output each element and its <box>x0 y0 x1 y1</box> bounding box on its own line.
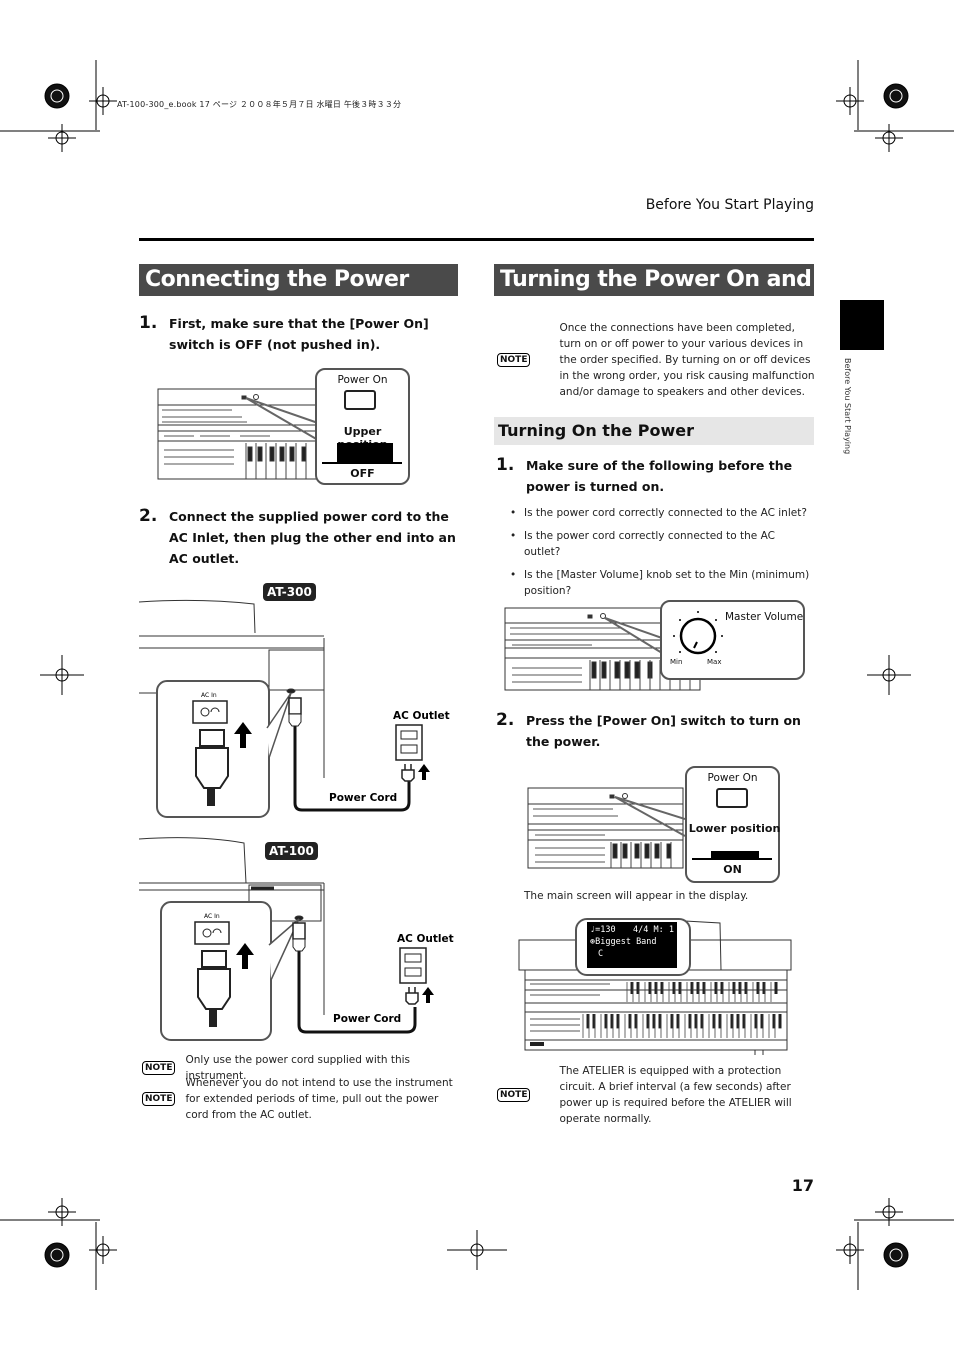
note-badge: NOTE <box>142 1061 176 1075</box>
volume-max-label: Max <box>707 658 722 666</box>
power-on-callout: Power On Lower position ON <box>685 766 780 883</box>
section-title-connecting: Connecting the Power Cord <box>139 264 458 324</box>
step-number: 1. <box>139 313 158 333</box>
note-text: Whenever you do not intend to use the in… <box>185 1077 453 1121</box>
power-on-callout: Power On Upper position OFF <box>315 368 410 485</box>
checklist-item: Is the power cord correctly connected to… <box>510 528 810 560</box>
checklist-item: Is the [Master Volume] knob set to the M… <box>510 567 810 599</box>
power-cord-label: Power Cord <box>329 792 397 804</box>
black-key <box>778 1014 782 1029</box>
figure-main-screen: ♩=130 4/4 M: 1 ⊛Biggest Band C <box>515 915 795 1055</box>
lcd-chord: C <box>598 949 604 959</box>
side-tab-marker <box>840 300 884 350</box>
figure-at300-connection: AC In Power Cord AC Outlet <box>139 599 450 818</box>
step-text: Connect the supplied power cord to the A… <box>169 509 456 566</box>
checklist: Is the power cord correctly connected to… <box>510 505 810 606</box>
ac-outlet-label: AC Outlet <box>397 933 454 945</box>
callout-title: Power On <box>707 772 758 784</box>
figure-at100-connection: AC In Power Cord AC Outlet <box>139 837 454 1041</box>
note-badge: NOTE <box>497 353 531 367</box>
note-badge: NOTE <box>142 1092 176 1106</box>
figure-power-switch-off: Power On Upper position OFF <box>150 365 450 490</box>
power-cord-label: Power Cord <box>333 1013 401 1025</box>
running-head: Before You Start Playing <box>645 197 814 213</box>
subsection-title-turning-on: Turning On the Power <box>494 417 814 445</box>
plug-icon <box>201 950 227 968</box>
ac-in-label: AC In <box>201 692 217 699</box>
master-volume-callout: Min Max Master Volume <box>660 600 805 680</box>
print-info: AT-100-300_e.book 17 ページ ２００８年５月７日 水曜日 午… <box>117 100 402 109</box>
plug-icon <box>199 729 225 747</box>
state-label: OFF <box>350 467 375 480</box>
step-text: Make sure of the following before the po… <box>526 458 793 494</box>
ac-in-label: AC In <box>204 913 220 920</box>
note-text: Once the connections have been completed… <box>559 322 815 398</box>
figure-master-volume: Min Max Master Volume <box>500 598 810 693</box>
step-text: First, make sure that the [Power On] swi… <box>169 316 429 352</box>
step-number: 2. <box>496 710 515 730</box>
state-label: ON <box>723 863 742 876</box>
note-protection-circuit: NOTE The ATELIER is equipped with a prot… <box>497 1063 815 1127</box>
lcd-display: ♩=130 4/4 M: 1 ⊛Biggest Band C <box>587 922 677 968</box>
volume-min-label: Min <box>670 658 683 666</box>
black-key <box>774 982 778 994</box>
figure-power-switch-on: Power On Lower position ON <box>525 764 780 883</box>
header-rule <box>139 238 814 241</box>
switch-up-diagram <box>337 443 393 463</box>
side-tab-label: Before You Start Playing <box>843 358 852 455</box>
ac-inlet-icon <box>192 700 228 724</box>
lower-manual-keys <box>582 1014 782 1038</box>
step-number: 1. <box>496 455 515 475</box>
power-switch-icon <box>716 788 748 808</box>
callout-title: Power On <box>337 374 388 386</box>
section-title-power-on-off: Turning the Power On and Off <box>494 264 814 324</box>
main-screen-text: The main screen will appear in the displ… <box>524 890 749 902</box>
lcd-meter: 4/4 M: 1 <box>633 925 674 935</box>
page-number: 17 <box>791 1176 814 1195</box>
right-step-2: 2. Press the [Power On] switch to turn o… <box>496 710 816 752</box>
step-number: 2. <box>139 506 158 526</box>
left-step-2: 2. Connect the supplied power cord to th… <box>139 506 464 569</box>
note-connection-order: NOTE Once the connections have been comp… <box>497 320 815 400</box>
power-switch-icon <box>344 390 376 410</box>
note-text: The ATELIER is equipped with a protectio… <box>559 1065 792 1125</box>
note-badge: NOTE <box>497 1088 531 1102</box>
lcd-rhythm: ⊛Biggest Band <box>590 937 657 947</box>
master-volume-label: Master Volume <box>725 611 804 623</box>
note-unplug: NOTE Whenever you do not intend to use t… <box>142 1075 460 1123</box>
left-step-1: 1. First, make sure that the [Power On] … <box>139 313 459 355</box>
position-label: Lower position <box>688 822 781 835</box>
ac-inlet-icon <box>194 921 230 945</box>
ac-outlet-icon <box>395 724 423 761</box>
step-text: Press the [Power On] switch to turn on t… <box>526 713 801 749</box>
ac-outlet-label: AC Outlet <box>393 710 450 722</box>
lcd-tempo: ♩=130 <box>590 925 616 935</box>
right-step-1: 1. Make sure of the following before the… <box>496 455 816 497</box>
ac-outlet-icon <box>399 947 427 984</box>
upper-manual-keys <box>626 982 778 1002</box>
checklist-item: Is the power cord correctly connected to… <box>510 505 810 521</box>
